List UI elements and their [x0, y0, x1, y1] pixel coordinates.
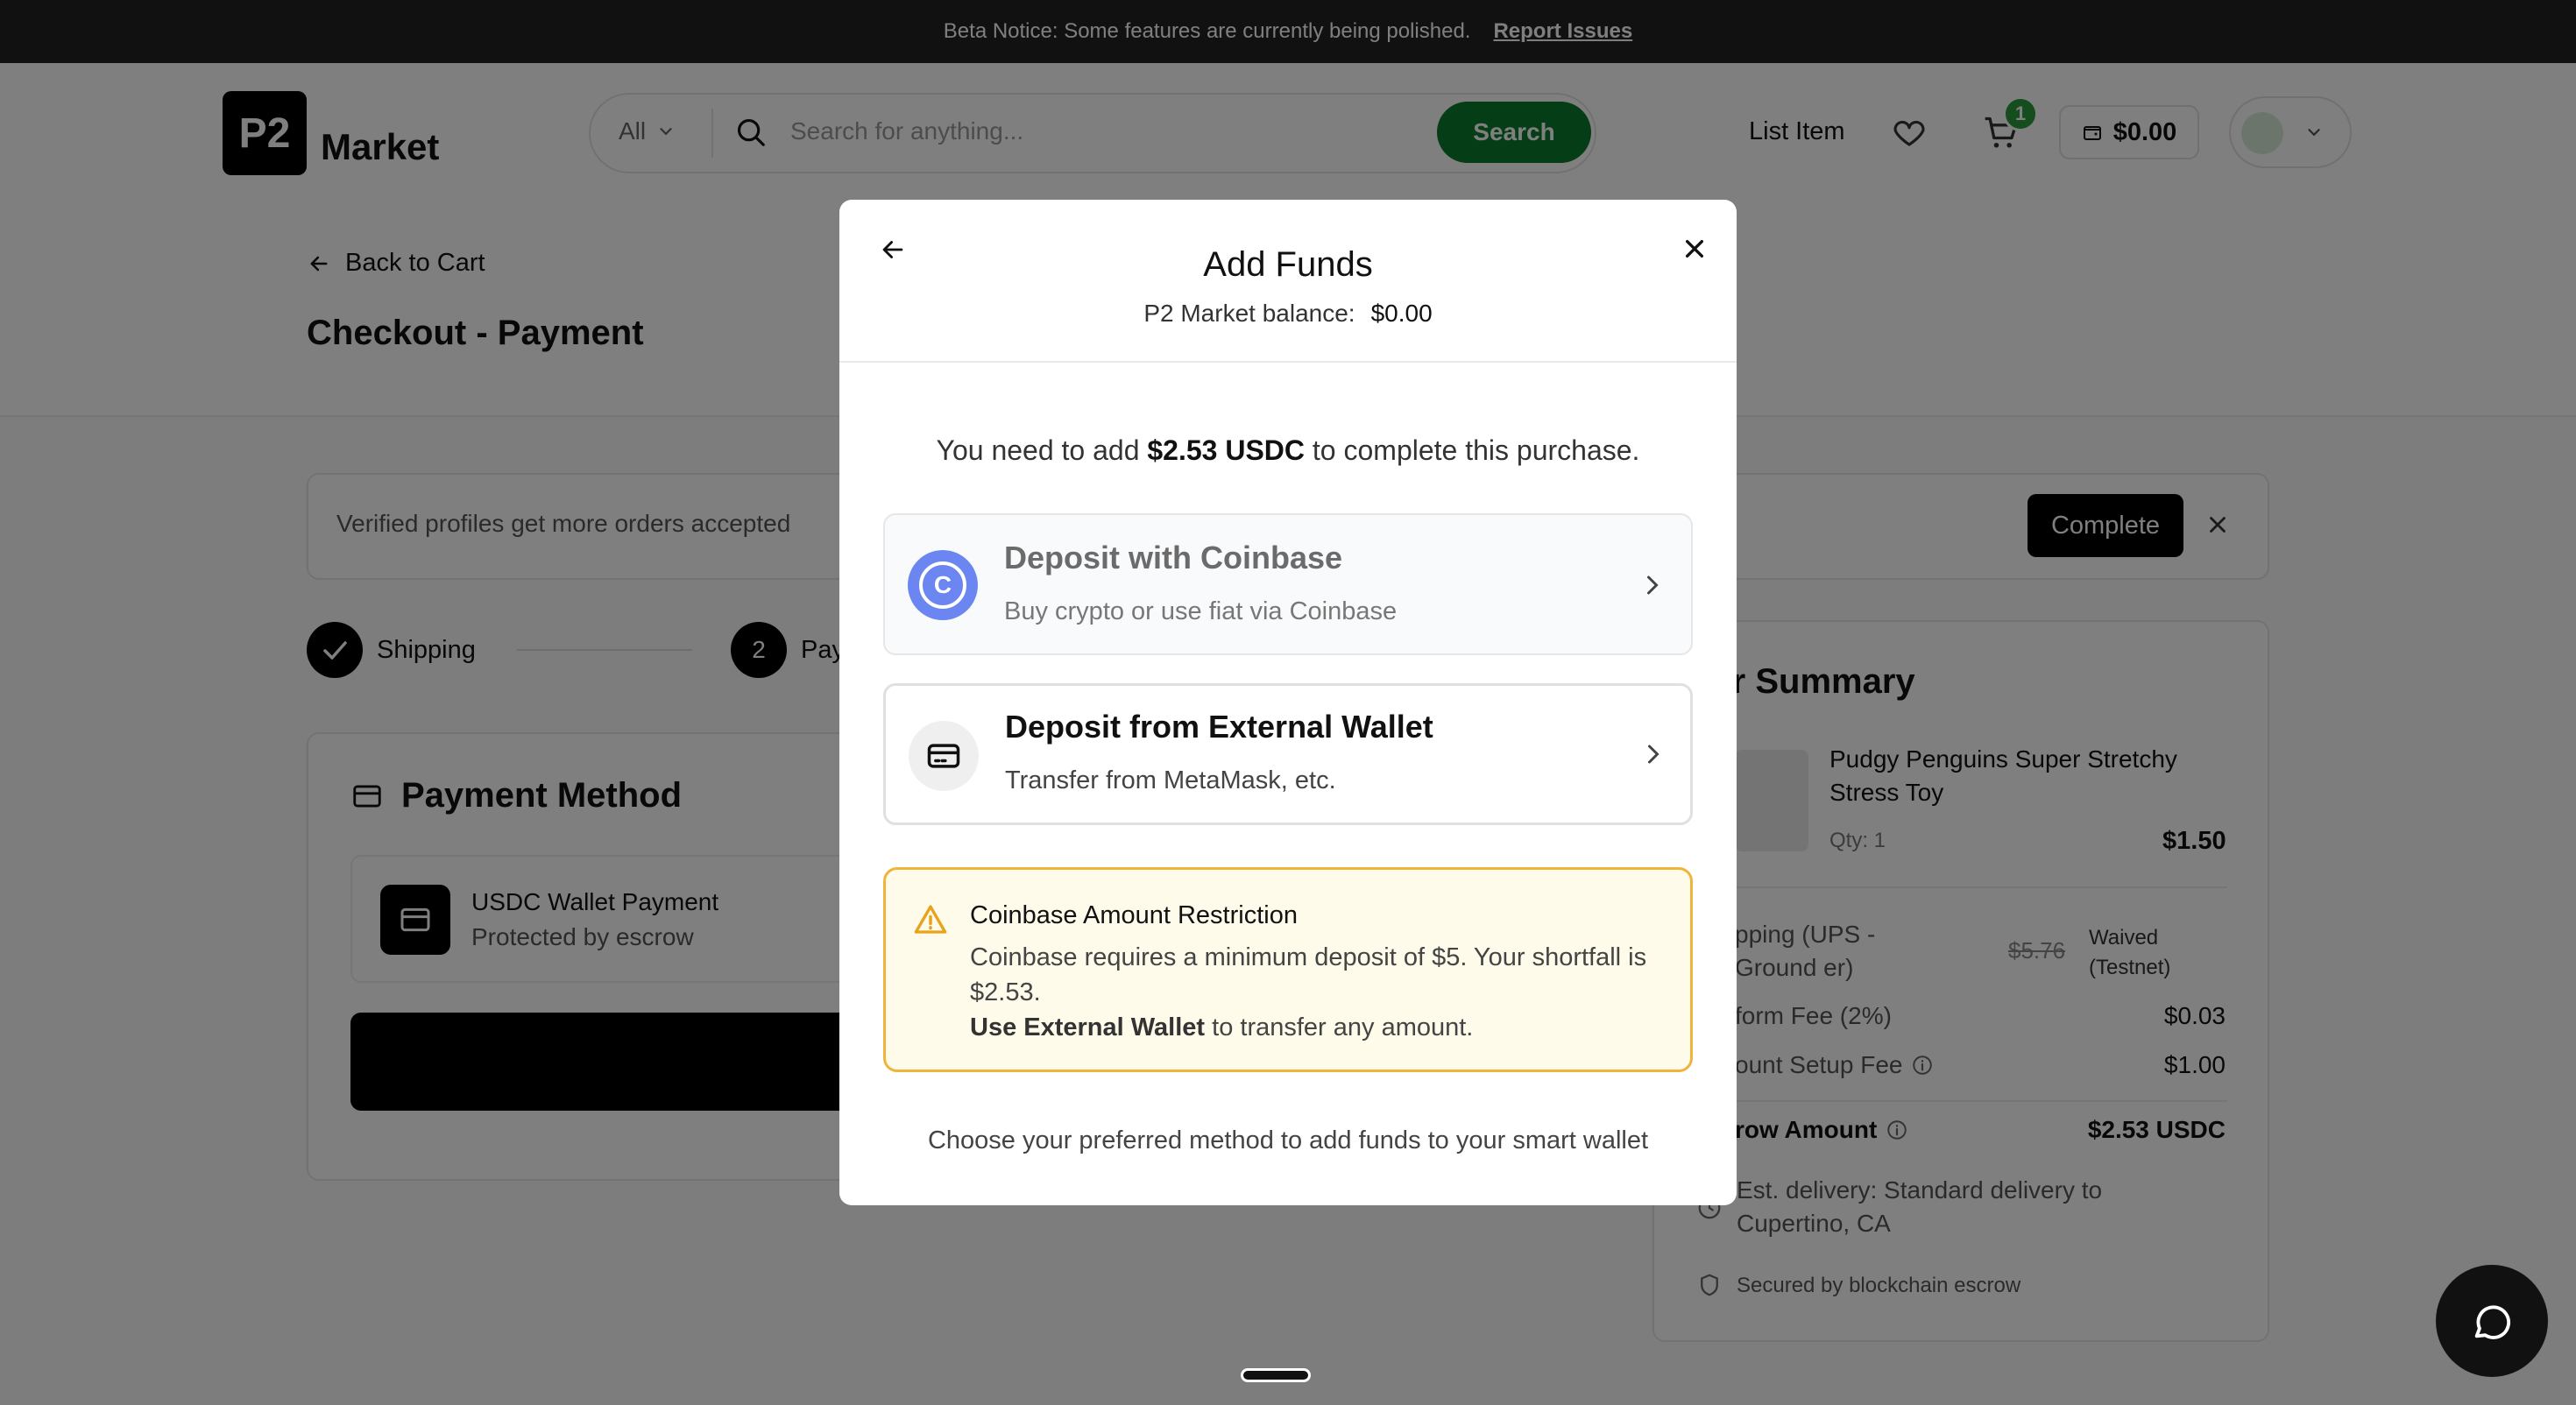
warning-body: Coinbase requires a minimum deposit of $… [970, 940, 1671, 1045]
modal-balance: P2 Market balance: $0.00 [839, 300, 1737, 328]
modal-title: Add Funds [1203, 245, 1373, 284]
warning-triangle-icon [914, 905, 947, 934]
deposit-external-title: Deposit from External Wallet [1005, 709, 1433, 745]
amount-needed-value: $2.53 USDC [1147, 434, 1306, 466]
modal-balance-value: $0.00 [1370, 300, 1433, 327]
deposit-external-subtitle: Transfer from MetaMask, etc. [1005, 766, 1336, 794]
modal-divider [839, 361, 1737, 363]
deposit-coinbase-subtitle: Buy crypto or use fiat via Coinbase [1004, 597, 1398, 625]
scroll-indicator [1241, 1368, 1311, 1382]
chevron-right-icon [1648, 745, 1660, 764]
add-funds-modal: Add Funds P2 Market balance: $0.00 You ne… [839, 200, 1737, 1205]
wallet-icon [927, 744, 960, 768]
warning-body-text: Coinbase requires a minimum deposit of $… [970, 943, 1647, 1006]
amount-needed-suffix: to complete this purchase. [1312, 434, 1640, 466]
warning-title: Coinbase Amount Restriction [970, 901, 1298, 929]
deposit-coinbase-option[interactable]: C Deposit with Coinbase Buy crypto or us… [883, 513, 1693, 655]
amount-needed-prefix: You need to add [936, 434, 1140, 466]
chat-bubble-icon [2474, 1305, 2511, 1339]
modal-footer-text: Choose your preferred method to add fund… [927, 1126, 1649, 1154]
warning-use-external: Use External Wallet [970, 1013, 1206, 1041]
amount-needed-text: You need to add $2.53 USDC to complete t… [839, 434, 1737, 467]
chat-button[interactable] [2436, 1265, 2548, 1377]
modal-balance-label: P2 Market balance: [1143, 300, 1355, 327]
coinbase-logo-icon: C [908, 550, 978, 620]
warning-body-suffix: to transfer any amount. [1212, 1013, 1474, 1041]
wallet-card-icon [909, 721, 979, 791]
deposit-external-wallet-option[interactable]: Deposit from External Wallet Transfer fr… [883, 683, 1693, 825]
chevron-right-icon [1647, 575, 1659, 595]
coinbase-restriction-warning: Coinbase Amount Restriction Coinbase req… [883, 867, 1693, 1072]
coinbase-logo-mark: C [919, 561, 966, 609]
deposit-coinbase-title: Deposit with Coinbase [1004, 540, 1343, 575]
